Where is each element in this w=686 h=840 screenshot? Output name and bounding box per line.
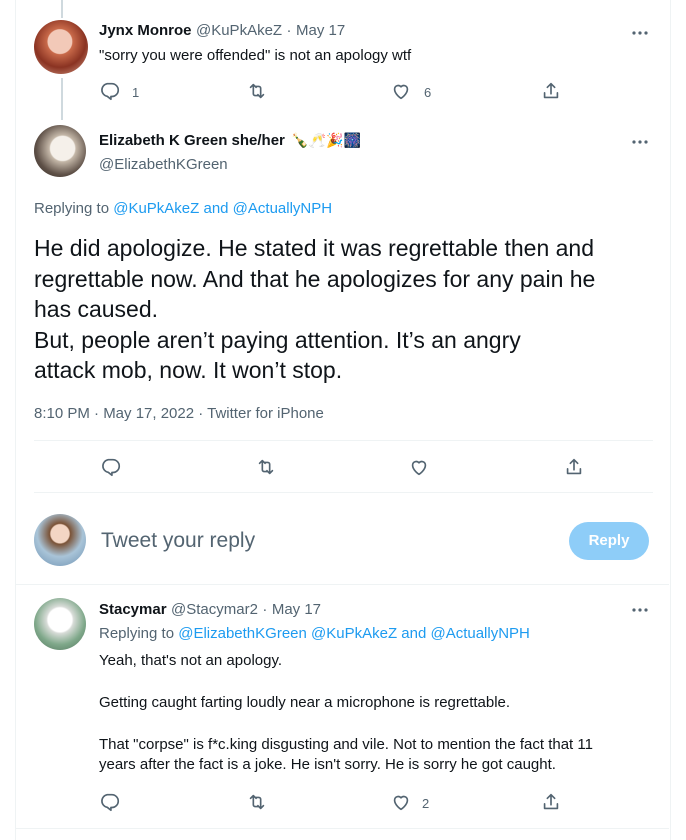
divider	[16, 584, 669, 585]
avatar-elizabeth[interactable]	[34, 125, 86, 177]
divider	[34, 492, 653, 493]
reply-input[interactable]: Tweet your reply	[101, 529, 255, 553]
tweet3-text: Yeah, that's not an apology. Getting cau…	[99, 651, 593, 775]
main-handle[interactable]: @ElizabethKGreen	[99, 156, 228, 173]
main-replying-prefix: Replying to	[34, 200, 110, 217]
reply-icon[interactable]	[100, 456, 122, 478]
like-icon[interactable]	[408, 456, 430, 478]
retweet-icon[interactable]	[246, 791, 268, 813]
more-icon[interactable]	[630, 23, 650, 43]
thread-line-top	[61, 0, 63, 18]
like-icon[interactable]	[390, 80, 412, 102]
tweet3-dot: ·	[262, 601, 268, 618]
reply-button[interactable]: Reply	[569, 522, 649, 560]
divider	[34, 440, 653, 441]
reply-button-label: Reply	[588, 532, 630, 549]
main-author-name[interactable]: Elizabeth K Green she/her	[99, 132, 285, 149]
more-icon[interactable]	[630, 600, 650, 620]
tweet3-replying-prefix: Replying to	[99, 625, 175, 642]
tweet3-paragraph: Yeah, that's not an apology.	[99, 652, 283, 669]
tweet1-dot: ·	[286, 22, 292, 39]
main-meta[interactable]: 8:10 PM · May 17, 2022 · Twitter for iPh…	[34, 405, 324, 422]
retweet-icon[interactable]	[246, 80, 268, 102]
main-text-line: attack mob, now. It won’t stop.	[34, 357, 343, 383]
main-emojis: 🍾🥂🎉🎆	[291, 132, 362, 148]
thread-line	[61, 78, 63, 120]
tweet3-date[interactable]: May 17	[272, 601, 321, 618]
tweet3-paragraph: years after the fact is a joke. He isn't…	[99, 756, 556, 773]
tweet1-like-count: 6	[424, 85, 432, 100]
main-text-line: regrettable now. And that he apologizes …	[34, 265, 596, 292]
avatar-stacymar[interactable]	[34, 598, 86, 650]
share-icon[interactable]	[540, 791, 562, 813]
main-replying-to: Replying to @KuPkAkeZ and @ActuallyNPH	[34, 200, 332, 217]
tweet3-paragraph: That "corpse" is f*c.king disgusting and…	[99, 736, 593, 753]
share-icon[interactable]	[540, 80, 562, 102]
tweet3-paragraph: Getting caught farting loudly near a mic…	[99, 694, 511, 711]
divider	[16, 828, 669, 829]
share-icon[interactable]	[563, 456, 585, 478]
tweet3-replying-users[interactable]: @ElizabethKGreen @KuPkAkeZ and @Actually…	[178, 625, 530, 642]
reply-icon[interactable]	[99, 791, 121, 813]
tweet3-handle[interactable]: @Stacymar2	[171, 601, 258, 618]
tweet1-handle[interactable]: @KuPkAkeZ	[196, 22, 282, 39]
main-replying-users[interactable]: @KuPkAkeZ and @ActuallyNPH	[113, 200, 332, 217]
tweet3-header: Stacymar @Stacymar2 · May 17	[99, 601, 321, 619]
main-text-line: But, people aren’t paying attention. It’…	[34, 326, 521, 353]
tweet3-like-count: 2	[422, 796, 430, 811]
like-icon[interactable]	[390, 791, 412, 813]
retweet-icon[interactable]	[255, 456, 277, 478]
tweet1-header: Jynx Monroe @KuPkAkeZ · May 17	[99, 22, 345, 40]
avatar-current-user	[34, 514, 86, 566]
main-tweet-text: He did apologize. He stated it was regre…	[34, 233, 595, 386]
tweet1-text: "sorry you were offended" is not an apol…	[99, 47, 412, 64]
tweet1-author-name[interactable]: Jynx Monroe	[99, 22, 192, 39]
tweet1-reply-count: 1	[132, 85, 140, 100]
more-icon[interactable]	[630, 132, 650, 152]
main-header: Elizabeth K Green she/her 🍾🥂🎉🎆	[99, 132, 361, 150]
main-text-line: He did apologize. He stated it was regre…	[34, 235, 595, 261]
tweet3-replying-to: Replying to @ElizabethKGreen @KuPkAkeZ a…	[99, 625, 530, 642]
tweet3-author-name[interactable]: Stacymar	[99, 601, 167, 618]
main-text-line: has caused.	[34, 296, 159, 322]
reply-icon[interactable]	[99, 80, 121, 102]
tweet1-date[interactable]: May 17	[296, 22, 345, 39]
avatar-jynx[interactable]	[34, 20, 88, 74]
